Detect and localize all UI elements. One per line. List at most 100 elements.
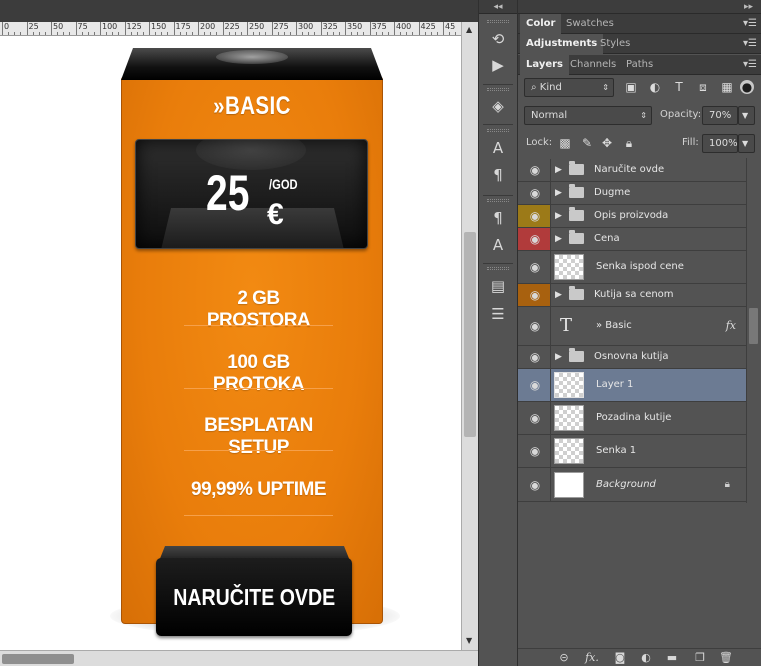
filter-type-icon[interactable]: T	[672, 80, 686, 94]
filter-toggle-icon[interactable]: ●	[740, 80, 754, 94]
filter-shape-icon[interactable]: ⧈	[696, 80, 710, 94]
visibility-toggle[interactable]: ◉	[518, 284, 551, 306]
visibility-toggle[interactable]: ◉	[518, 346, 551, 368]
visibility-toggle[interactable]: ◉	[518, 251, 551, 283]
layers-scrollbar[interactable]	[746, 158, 761, 503]
3d-cube-icon[interactable]: ◈	[488, 96, 508, 116]
visibility-toggle[interactable]: ◉	[518, 369, 551, 401]
lock-transparent-icon[interactable]: ▩	[558, 136, 572, 150]
character-style-icon[interactable]: ¶	[488, 208, 508, 228]
layer-filter-select[interactable]: ⌕ Kind ⇕	[524, 78, 614, 97]
layer-row[interactable]: ◉ ▶ Cena	[518, 228, 746, 251]
panel-menu-icon[interactable]: ▾☰	[743, 14, 757, 34]
expand-arrow-icon[interactable]: ▶	[555, 164, 565, 176]
dock-collapse-icon[interactable]: ▸▸	[744, 0, 753, 14]
eye-icon[interactable]: ◉	[527, 478, 543, 492]
layer-row[interactable]: ◉ ▶ Dugme	[518, 182, 746, 205]
scroll-up-icon[interactable]: ▲	[466, 25, 472, 34]
layer-row[interactable]: ◉ Senka 1	[518, 435, 746, 468]
fill-input[interactable]: 100%	[702, 134, 738, 153]
visibility-toggle[interactable]: ◉	[518, 205, 551, 227]
strip-grip[interactable]	[487, 129, 509, 132]
history-icon[interactable]: ⟲	[488, 29, 508, 49]
layer-row[interactable]: ◉ Background 🔒︎	[518, 468, 746, 502]
adjustment-layer-icon[interactable]: ◐	[638, 651, 654, 665]
eye-icon[interactable]: ◉	[527, 209, 543, 223]
fill-dropdown-icon[interactable]: ▼	[738, 134, 755, 153]
layer-row[interactable]: ◉ Senka ispod cene	[518, 251, 746, 284]
layer-row[interactable]: ◉ ▶ Naručite ovde	[518, 159, 746, 182]
expand-arrow-icon[interactable]: ▶	[555, 210, 565, 222]
eye-icon[interactable]: ◉	[527, 350, 543, 364]
opacity-dropdown-icon[interactable]: ▼	[738, 106, 755, 125]
tab-color[interactable]: Color	[520, 14, 562, 34]
eye-icon[interactable]: ◉	[527, 163, 543, 177]
layer-mask-icon[interactable]: ◙	[612, 651, 628, 665]
strip-grip[interactable]	[487, 199, 509, 202]
strip-collapse-icon[interactable]: ◂◂	[479, 0, 517, 14]
properties-icon[interactable]: ☰	[488, 304, 508, 324]
layer-row-selected[interactable]: ◉ Layer 1	[518, 369, 746, 402]
order-button[interactable]: NARUČITE OVDE	[156, 558, 352, 636]
expand-arrow-icon[interactable]: ▶	[555, 351, 565, 363]
document-canvas[interactable]: »BASIC 25 /GOD € 2 GB PROSTORA 100 GB PR…	[0, 36, 461, 650]
tab-layers[interactable]: Layers	[520, 55, 569, 75]
eye-icon[interactable]: ◉	[527, 288, 543, 302]
visibility-toggle[interactable]: ◉	[518, 228, 551, 250]
layer-style-icon[interactable]: fx.	[584, 651, 600, 665]
strip-grip[interactable]	[487, 20, 509, 23]
eye-icon[interactable]: ◉	[527, 378, 543, 392]
expand-arrow-icon[interactable]: ▶	[555, 289, 565, 301]
notes-icon[interactable]: ▤	[488, 276, 508, 296]
vertical-scroll-thumb[interactable]	[464, 232, 476, 437]
lock-position-icon[interactable]: ✥	[600, 136, 614, 150]
layer-row[interactable]: ◉ T » Basic fx	[518, 307, 746, 346]
horizontal-scroll-thumb[interactable]	[2, 654, 74, 664]
layer-row[interactable]: ◉ Pozadina kutije	[518, 402, 746, 435]
tab-adjustments[interactable]: Adjustments	[520, 34, 604, 54]
filter-pixel-icon[interactable]: ▣	[624, 80, 638, 94]
filter-adjustment-icon[interactable]: ◐	[648, 80, 662, 94]
vertical-scrollbar[interactable]: ▲ ▼	[461, 22, 478, 650]
paragraph-icon[interactable]: ¶	[488, 165, 508, 185]
delete-layer-icon[interactable]: 🗑︎	[718, 651, 734, 665]
visibility-toggle[interactable]: ◉	[518, 435, 551, 467]
opacity-input[interactable]: 70%	[702, 106, 738, 125]
eye-icon[interactable]: ◉	[527, 444, 543, 458]
horizontal-scrollbar[interactable]	[0, 650, 478, 666]
layer-row[interactable]: ◉ ▶ Opis proizvoda	[518, 205, 746, 228]
new-layer-icon[interactable]: ❐	[692, 651, 708, 665]
visibility-toggle[interactable]: ◉	[518, 307, 551, 345]
tab-paths[interactable]: Paths	[620, 55, 659, 75]
character-icon[interactable]: A	[488, 138, 508, 158]
link-layers-icon[interactable]: ⊝	[556, 651, 572, 665]
eye-icon[interactable]: ◉	[527, 411, 543, 425]
tab-swatches[interactable]: Swatches	[560, 14, 620, 34]
strip-grip[interactable]	[487, 88, 509, 91]
play-action-icon[interactable]: ▶	[488, 55, 508, 75]
visibility-toggle[interactable]: ◉	[518, 159, 551, 181]
panel-menu-icon[interactable]: ▾☰	[743, 55, 757, 75]
layer-row[interactable]: ◉ ▶ Osnovna kutija	[518, 346, 746, 369]
eye-icon[interactable]: ◉	[527, 232, 543, 246]
tab-styles[interactable]: Styles	[594, 34, 636, 54]
expand-arrow-icon[interactable]: ▶	[555, 187, 565, 199]
layer-row[interactable]: ◉ ▶ Kutija sa cenom	[518, 284, 746, 307]
panel-menu-icon[interactable]: ▾☰	[743, 34, 757, 54]
eye-icon[interactable]: ◉	[527, 186, 543, 200]
visibility-toggle[interactable]: ◉	[518, 182, 551, 204]
visibility-toggle[interactable]: ◉	[518, 468, 551, 501]
layers-scroll-thumb[interactable]	[749, 308, 758, 344]
visibility-toggle[interactable]: ◉	[518, 402, 551, 434]
lock-image-icon[interactable]: ✎	[580, 136, 594, 150]
filter-smart-object-icon[interactable]: ▦	[720, 80, 734, 94]
tab-channels[interactable]: Channels	[564, 55, 622, 75]
new-group-icon[interactable]: ▬	[664, 651, 680, 665]
strip-grip[interactable]	[487, 267, 509, 270]
eye-icon[interactable]: ◉	[527, 260, 543, 274]
expand-arrow-icon[interactable]: ▶	[555, 233, 565, 245]
paragraph-style-icon[interactable]: A	[488, 235, 508, 255]
lock-all-icon[interactable]: 🔒︎	[622, 136, 636, 150]
scroll-down-icon[interactable]: ▼	[466, 636, 472, 645]
eye-icon[interactable]: ◉	[527, 319, 543, 333]
